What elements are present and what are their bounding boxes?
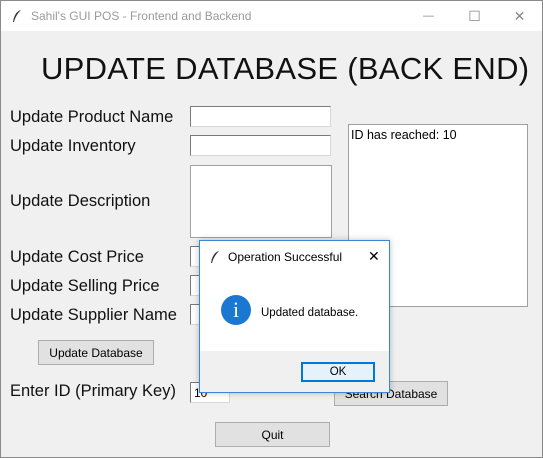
quit-button[interactable]: Quit bbox=[215, 422, 330, 447]
inventory-field[interactable] bbox=[190, 135, 331, 156]
feather-icon bbox=[211, 251, 219, 263]
ok-button[interactable]: OK bbox=[301, 362, 375, 382]
dialog-close-icon[interactable]: ✕ bbox=[368, 248, 380, 265]
window-title: Sahil's GUI POS - Frontend and Backend bbox=[31, 9, 252, 23]
cost-price-label: Update Cost Price bbox=[10, 248, 144, 266]
info-icon: i bbox=[221, 295, 251, 325]
close-button[interactable]: ✕ bbox=[497, 1, 542, 31]
maximize-button[interactable]: ☐ bbox=[452, 1, 497, 31]
minimize-icon: — bbox=[423, 10, 434, 22]
inventory-label: Update Inventory bbox=[10, 137, 136, 155]
description-field[interactable] bbox=[190, 165, 332, 238]
update-database-button[interactable]: Update Database bbox=[38, 340, 154, 365]
dialog-title-bar: Operation Successful ✕ bbox=[200, 241, 389, 273]
selling-price-label: Update Selling Price bbox=[10, 277, 160, 295]
dialog-title: Operation Successful bbox=[228, 250, 343, 264]
supplier-name-label: Update Supplier Name bbox=[10, 306, 177, 324]
page-title: UPDATE DATABASE (BACK END) bbox=[41, 51, 530, 86]
product-name-field[interactable] bbox=[190, 106, 331, 127]
dialog-body: i Updated database. bbox=[200, 273, 389, 351]
success-dialog: Operation Successful ✕ i Updated databas… bbox=[199, 240, 390, 393]
minimize-button[interactable]: — bbox=[406, 1, 451, 31]
feather-icon bbox=[13, 10, 21, 22]
product-name-label: Update Product Name bbox=[10, 108, 174, 126]
title-bar: Sahil's GUI POS - Frontend and Backend —… bbox=[1, 1, 542, 31]
description-label: Update Description bbox=[10, 192, 151, 210]
dialog-message: Updated database. bbox=[261, 307, 359, 319]
id-label: Enter ID (Primary Key) bbox=[10, 382, 176, 400]
maximize-icon: ☐ bbox=[468, 7, 481, 24]
close-icon: ✕ bbox=[513, 7, 526, 24]
